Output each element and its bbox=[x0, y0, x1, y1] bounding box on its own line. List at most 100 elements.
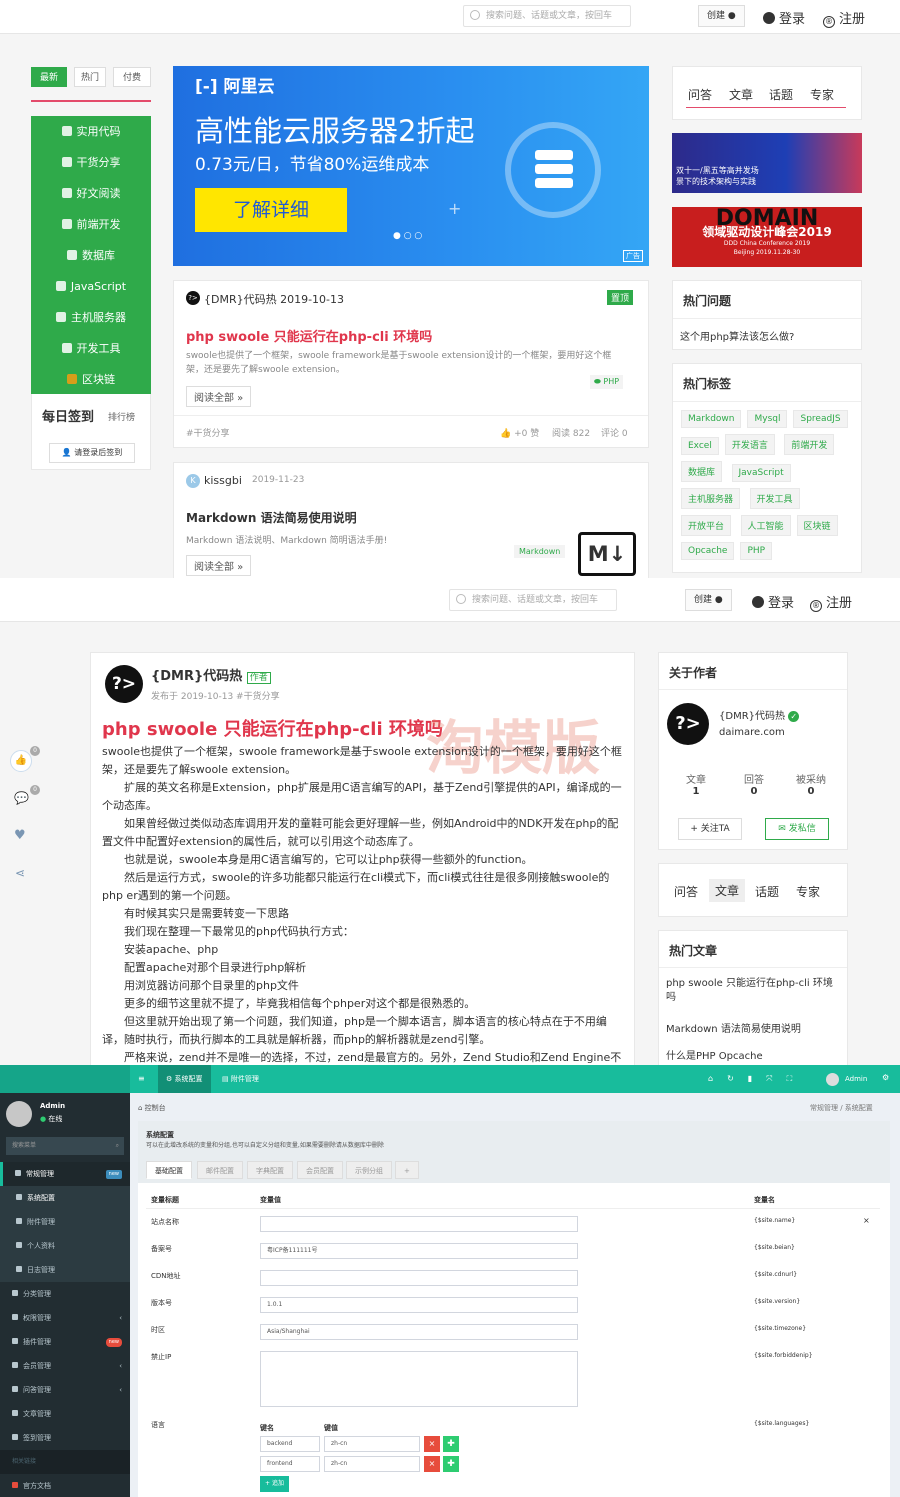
menu-members[interactable]: 会员管理 ‹ bbox=[0, 1354, 130, 1378]
settings-gear-icon[interactable]: ⚙ bbox=[882, 1073, 889, 1082]
read-more-button[interactable]: 阅读全部 » bbox=[186, 386, 252, 407]
tag[interactable]: 前端开发 bbox=[784, 434, 835, 455]
menu-permissions[interactable]: 权限管理 ‹ bbox=[0, 1306, 130, 1330]
tag[interactable]: 开发工具 bbox=[749, 488, 800, 509]
post-author[interactable]: kissgbi bbox=[204, 474, 242, 487]
create-button[interactable]: 创建 ● bbox=[685, 589, 732, 611]
signin-button[interactable]: 👤 请登录后签到 bbox=[49, 443, 135, 463]
tab-basic[interactable]: 基础配置 bbox=[146, 1161, 192, 1179]
menu-item-0[interactable]: 实用代码 bbox=[31, 116, 151, 147]
like-float-button[interactable]: 👍 bbox=[10, 750, 32, 772]
menu-item-8[interactable]: 区块链 bbox=[31, 364, 151, 395]
search-input[interactable]: 搜索问题、话题或文章，按回车 bbox=[449, 589, 617, 611]
drag-row-button[interactable]: ✚ bbox=[443, 1456, 459, 1472]
breadcrumb-home[interactable]: ⌂ 控制台 bbox=[138, 1103, 166, 1113]
timezone-input[interactable]: Asia/Shanghai bbox=[260, 1324, 578, 1340]
menu-profile[interactable]: 个人资料 bbox=[0, 1234, 130, 1258]
menu-qa[interactable]: 问答管理 ‹ bbox=[0, 1378, 130, 1402]
menu-item-1[interactable]: 干货分享 bbox=[31, 147, 151, 178]
menu-item-5[interactable]: JavaScript bbox=[31, 271, 151, 302]
author-name[interactable]: {DMR}代码热 作者 bbox=[151, 665, 271, 684]
tag[interactable]: 人工智能 bbox=[740, 515, 791, 536]
banner-cta-button[interactable]: 了解详细 bbox=[195, 188, 347, 232]
tab-experts[interactable]: 专家 bbox=[810, 86, 834, 103]
read-more-button[interactable]: 阅读全部 » bbox=[186, 555, 252, 576]
tag[interactable]: 区块链 bbox=[796, 515, 838, 536]
ad-image-1[interactable]: 双十一/黑五等高并发场 景下的技术架构与实践 bbox=[672, 133, 862, 193]
tag[interactable]: JavaScript bbox=[731, 464, 791, 482]
tab-questions[interactable]: 问答 bbox=[688, 86, 712, 103]
tag[interactable]: Excel bbox=[681, 437, 719, 455]
post-tag[interactable]: ⬬ PHP bbox=[590, 375, 624, 389]
site-name-input[interactable] bbox=[260, 1216, 578, 1232]
tab-email[interactable]: 邮件配置 bbox=[197, 1161, 243, 1179]
hot-article-link[interactable]: 什么是PHP Opcache bbox=[666, 1047, 763, 1062]
kv-value-input[interactable]: zh-cn bbox=[324, 1456, 420, 1472]
tab-example[interactable]: 示例分组 bbox=[346, 1161, 392, 1179]
avatar[interactable]: K bbox=[186, 474, 200, 488]
tag[interactable]: PHP bbox=[740, 542, 773, 560]
post-title[interactable]: php swoole 只能运行在php-cli 环境吗 bbox=[186, 326, 432, 345]
menu-item-7[interactable]: 开发工具 bbox=[31, 333, 151, 364]
remove-row-button[interactable]: × bbox=[424, 1436, 440, 1452]
menu-item-2[interactable]: 好文阅读 bbox=[31, 178, 151, 209]
tab-member[interactable]: 会员配置 bbox=[297, 1161, 343, 1179]
about-name[interactable]: {DMR}代码热 ✓ bbox=[719, 707, 800, 722]
menu-category[interactable]: 分类管理 bbox=[0, 1282, 130, 1306]
create-button[interactable]: 创建 ● bbox=[698, 5, 745, 27]
menu-articles[interactable]: 文章管理 bbox=[0, 1402, 130, 1426]
top-user-name[interactable]: Admin bbox=[845, 1075, 867, 1083]
author-avatar[interactable]: ?> bbox=[667, 703, 709, 745]
heart-float-icon[interactable]: ♥ bbox=[14, 828, 26, 843]
search-input[interactable]: 搜索问题、话题或文章，按回车 bbox=[463, 5, 631, 27]
kv-key-input[interactable]: backend bbox=[260, 1436, 320, 1452]
menu-logs[interactable]: 日志管理 bbox=[0, 1258, 130, 1282]
version-input[interactable]: 1.0.1 bbox=[260, 1297, 578, 1313]
follow-button[interactable]: + 关注TA bbox=[678, 818, 742, 840]
hot-article-link[interactable]: Markdown 语法简易使用说明 bbox=[666, 1020, 801, 1035]
drag-row-button[interactable]: ✚ bbox=[443, 1436, 459, 1452]
top-tab-config[interactable]: ⚙ 系统配置 bbox=[158, 1065, 211, 1093]
menu-toggle-icon[interactable]: ≡ bbox=[138, 1074, 145, 1083]
kv-key-input[interactable]: frontend bbox=[260, 1456, 320, 1472]
kv-value-input[interactable]: zh-cn bbox=[324, 1436, 420, 1452]
menu-item-3[interactable]: 前端开发 bbox=[31, 209, 151, 240]
tab-add[interactable]: + bbox=[395, 1161, 419, 1179]
menu-item-6[interactable]: 主机服务器 bbox=[31, 302, 151, 333]
carousel-dots[interactable]: ● ○ ○ bbox=[393, 231, 422, 241]
login-link[interactable]: 登录 bbox=[763, 8, 805, 27]
tab-paid[interactable]: 付费 bbox=[113, 67, 151, 87]
menu-docs[interactable]: 官方文档 bbox=[0, 1474, 130, 1497]
menu-item-4[interactable]: 数据库 bbox=[31, 240, 151, 271]
post-author-date[interactable]: {DMR}代码热 2019-10-13 bbox=[204, 291, 344, 307]
hot-article-link[interactable]: php swoole 只能运行在php-cli 环境吗 bbox=[666, 977, 838, 1005]
menu-signin[interactable]: 签到管理 bbox=[0, 1426, 130, 1450]
tag[interactable]: 数据库 bbox=[681, 461, 723, 482]
user-avatar-small[interactable] bbox=[826, 1073, 839, 1086]
tab-topics[interactable]: 话题 bbox=[755, 883, 779, 900]
comment-float-icon[interactable]: 💬 bbox=[14, 791, 29, 805]
rank-link[interactable]: 排行榜 bbox=[108, 410, 135, 423]
tab-latest[interactable]: 最新 bbox=[31, 67, 67, 87]
menu-attachments[interactable]: 附件管理 bbox=[0, 1210, 130, 1234]
ad-image-2[interactable]: DOMAIN 领域驱动设计峰会2019 DDD China Conference… bbox=[672, 207, 862, 267]
tab-articles[interactable]: 文章 bbox=[729, 86, 753, 103]
cdn-input[interactable] bbox=[260, 1270, 578, 1286]
tag[interactable]: 开发语言 bbox=[724, 434, 775, 455]
post-title[interactable]: Markdown 语法简易使用说明 bbox=[186, 509, 357, 526]
tab-experts[interactable]: 专家 bbox=[796, 883, 820, 900]
header-tool-icons[interactable]: ⌂↻▮⤧⛶ bbox=[708, 1074, 806, 1084]
tag[interactable]: 开放平台 bbox=[681, 515, 732, 536]
append-button[interactable]: + 追加 bbox=[260, 1476, 289, 1492]
tag[interactable]: Opcache bbox=[681, 542, 735, 560]
tab-questions[interactable]: 问答 bbox=[674, 883, 698, 900]
post-tag[interactable]: Markdown bbox=[514, 545, 566, 558]
menu-general[interactable]: 常规管理 new bbox=[0, 1162, 130, 1186]
tab-hot[interactable]: 热门 bbox=[74, 67, 106, 87]
register-link[interactable]: ® 注册 bbox=[823, 8, 865, 28]
menu-plugins[interactable]: 插件管理 new bbox=[0, 1330, 130, 1354]
post-category[interactable]: #干货分享 bbox=[186, 426, 230, 439]
author-avatar[interactable]: ?> bbox=[105, 665, 143, 703]
menu-config[interactable]: 系统配置 bbox=[0, 1186, 130, 1210]
tag[interactable]: Mysql bbox=[747, 410, 788, 428]
